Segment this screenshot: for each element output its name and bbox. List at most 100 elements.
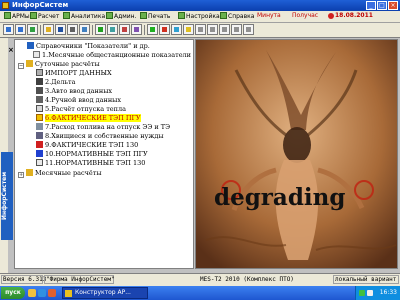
tree-item-references[interactable]: Справочники "Показатели" и др. — [27, 42, 150, 51]
tree-item-label: Месячные расчёты — [35, 169, 102, 177]
toolbar-button-cancel[interactable] — [159, 24, 170, 35]
tree-item-auto-input[interactable]: 3.Авто ввод данных — [36, 87, 112, 96]
save-icon — [58, 27, 63, 32]
menu-item-settings[interactable]: Настройка — [178, 12, 220, 20]
menu-item-print[interactable]: Печать — [140, 12, 170, 20]
toolbar-button-chart[interactable] — [119, 24, 130, 35]
minimize-button[interactable]: _ — [366, 1, 376, 10]
tree-item-label: Справочники "Показатели" и др. — [36, 42, 150, 50]
start-button[interactable]: пуск — [1, 287, 25, 299]
folder-icon — [26, 169, 33, 176]
refresh-icon — [174, 27, 179, 32]
maximize-button[interactable]: □ — [377, 1, 387, 10]
vertical-app-label: ИнфорСистем — [1, 152, 13, 240]
toolbar-button-find[interactable] — [79, 24, 90, 35]
menu-item-arm[interactable]: АРМы — [4, 12, 30, 20]
tree-item-import[interactable]: ИМПОРТ ДАННЫХ — [36, 69, 112, 78]
tool-icon — [210, 27, 215, 32]
toolbar-button-forward[interactable] — [15, 24, 26, 35]
expand-toggle-icon[interactable]: + — [18, 172, 24, 178]
company-text: "Фирма ИнфорСистем" — [46, 276, 115, 283]
app-icon — [2, 2, 9, 9]
window-title: ИнфорСистем — [12, 1, 69, 9]
menu-label: Расчет — [38, 13, 60, 20]
taskbar-task-button[interactable]: Конструктор АР... — [62, 287, 148, 299]
calendar-icon — [328, 13, 334, 19]
quicklaunch-explorer-icon[interactable] — [28, 289, 36, 297]
toolbar-button-extra5[interactable] — [243, 24, 254, 35]
toolbar-button-save[interactable] — [55, 24, 66, 35]
table-icon — [110, 27, 115, 32]
close-panel-icon[interactable]: × — [8, 46, 14, 54]
menu-item-admin[interactable]: Админ. — [106, 12, 137, 20]
back-icon — [6, 27, 11, 32]
doc-icon — [33, 51, 40, 58]
close-button[interactable]: × — [388, 1, 398, 10]
admin-icon — [106, 12, 113, 19]
calc-icon — [30, 12, 37, 19]
clock: 16:33 — [379, 289, 397, 296]
list-icon — [36, 159, 43, 166]
print-icon — [70, 27, 75, 32]
menu-item-help[interactable]: Справка — [220, 12, 254, 20]
tray-volume-icon[interactable] — [367, 290, 373, 296]
toolbar-button-calc[interactable] — [95, 24, 106, 35]
tree-item-daily-calcs[interactable]: − Суточные расчёты — [18, 60, 100, 69]
arm-icon — [4, 12, 11, 19]
tree-item-heat-output[interactable]: 5.Расчёт отпуска тепла — [36, 105, 126, 114]
tree-item-actual-130[interactable]: 9.ФАКТИЧЕСКИЕ ТЭП 130 — [36, 141, 138, 150]
star-icon — [36, 150, 43, 157]
toolbar-button-refresh[interactable] — [171, 24, 182, 35]
tree-item-label: 6.ФАКТИЧЕСКИЕ ТЭП ПГУ — [45, 114, 141, 122]
toolbar-button-help[interactable] — [183, 24, 194, 35]
tree-item-monthly-indicators[interactable]: 1.Месячные общестанционные показатели — [33, 51, 191, 60]
toolbar-button-extra3[interactable] — [219, 24, 230, 35]
quicklaunch-browser-icon[interactable] — [38, 289, 46, 297]
tree-item-label: 4.Ручной ввод данных — [45, 96, 122, 104]
tool-icon — [246, 27, 251, 32]
chart-icon — [122, 27, 127, 32]
up-icon — [30, 27, 35, 32]
quicklaunch-app-icon[interactable] — [48, 289, 56, 297]
menu-item-analytics[interactable]: Аналитика — [63, 12, 105, 20]
toolbar-button-extra1[interactable] — [195, 24, 206, 35]
toolbar-button-up[interactable] — [27, 24, 38, 35]
needs-icon — [36, 132, 43, 139]
toolbar-button-extra2[interactable] — [207, 24, 218, 35]
tree-item-manual-input[interactable]: 4.Ручной ввод данных — [36, 96, 121, 105]
toolbar-button-report[interactable] — [131, 24, 142, 35]
toolbar-button-extra4[interactable] — [231, 24, 242, 35]
menu-label: Печать — [148, 13, 171, 20]
tree-item-label: 8.Хвищиеся и собственные нужды — [45, 132, 164, 140]
menu-bar: АРМы Расчет Аналитика Админ. Печать Наст… — [0, 11, 400, 23]
analytics-icon — [63, 12, 70, 19]
toolbar-button-print[interactable] — [67, 24, 78, 35]
tree-item-delta[interactable]: 2.Дельта — [36, 78, 75, 87]
forward-icon — [18, 27, 23, 32]
tree-item-label: Суточные расчёты — [35, 60, 100, 68]
tree-item-normative-pgu[interactable]: 10.НОРМАТИВНЫЕ ТЭП ПГУ — [36, 150, 148, 159]
tree-item-normative-130[interactable]: 11.НОРМАТИВНЫЕ ТЭП 130 — [36, 159, 145, 168]
menu-item-calc[interactable]: Расчет — [30, 12, 59, 20]
heat-icon — [36, 105, 43, 112]
status-bar: Версия 6.313 "Фирма ИнфорСистем" MES-T2 … — [0, 273, 400, 286]
toolbar-button-ok[interactable] — [147, 24, 158, 35]
toolbar-button-open[interactable] — [43, 24, 54, 35]
tray-network-icon[interactable] — [359, 290, 365, 296]
tree-item-monthly-calcs[interactable]: + Месячные расчёты — [18, 169, 102, 178]
current-date: 18.08.2011 — [335, 12, 373, 19]
tree-item-own-needs[interactable]: 8.Хвищиеся и собственные нужды — [36, 132, 164, 141]
window-controls: _ □ × — [366, 1, 398, 10]
tree-item-actual-pgu[interactable]: 6.ФАКТИЧЕСКИЕ ТЭП ПГУ — [36, 114, 141, 123]
product-text: MES-T2 2010 (Комплекс ПТО) — [200, 276, 294, 283]
menu-label: Админ. — [114, 13, 137, 20]
tree-item-label: 2.Дельта — [45, 78, 76, 86]
tree-item-fuel[interactable]: 7.Расход топлива на отпуск ЭЭ и ТЭ — [36, 123, 170, 132]
search-icon — [82, 27, 87, 32]
collapse-toggle-icon[interactable]: − — [18, 63, 24, 69]
toolbar-button-table[interactable] — [107, 24, 118, 35]
check-icon — [36, 141, 43, 148]
toolbar-separator — [144, 25, 145, 35]
delta-icon — [36, 78, 43, 85]
toolbar-button-back[interactable] — [3, 24, 14, 35]
